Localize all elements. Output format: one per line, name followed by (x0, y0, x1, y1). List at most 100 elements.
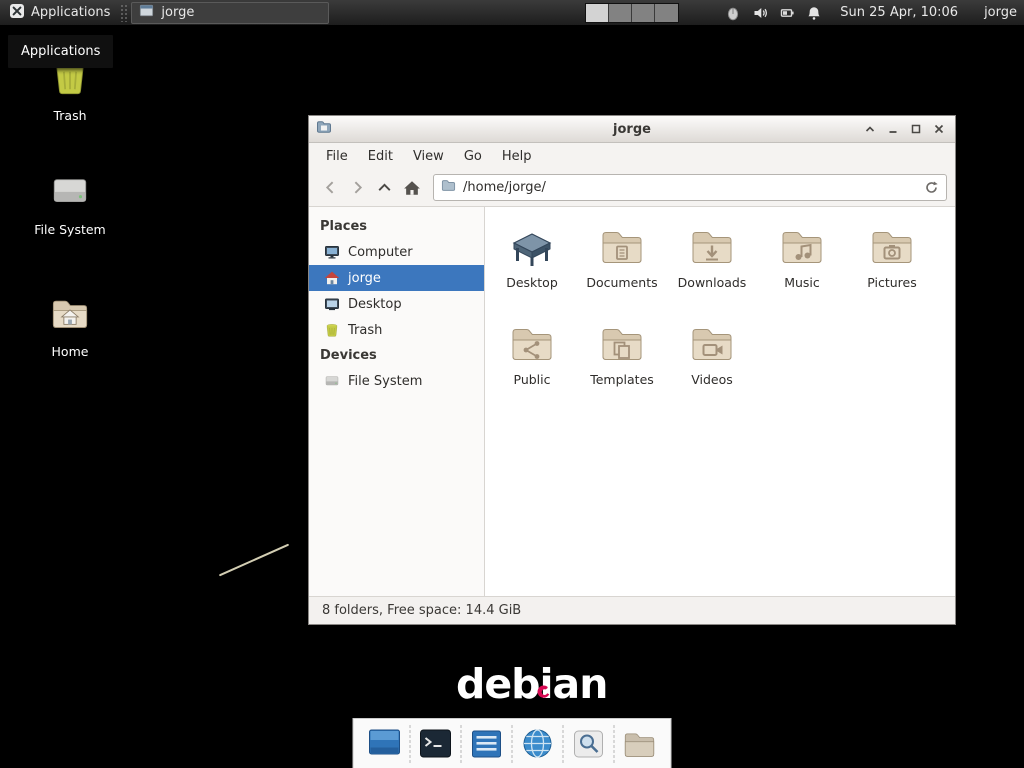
path-input[interactable]: /home/jorge/ (463, 180, 913, 195)
workspace-1[interactable] (586, 4, 609, 22)
app-finder-launcher[interactable] (566, 722, 612, 766)
home-button[interactable] (398, 174, 425, 201)
file-music[interactable]: Music (757, 220, 847, 317)
debian-swirl-icon (535, 661, 550, 709)
shade-button[interactable] (861, 120, 879, 138)
file-label: Pictures (867, 275, 917, 290)
sidebar-item-label: Desktop (348, 297, 402, 312)
stray-line-artifact (219, 544, 289, 577)
desktop[interactable]: Applications jorge (0, 0, 1024, 768)
file-label: Templates (590, 372, 654, 387)
debian-logo-text: debian (456, 660, 607, 708)
sidebar: Places Computer jorge Desktop Trash (309, 207, 485, 596)
sidebar-header-devices: Devices (309, 343, 484, 368)
list-icon (469, 726, 505, 762)
videos-folder-icon (688, 319, 736, 367)
mouse-settings-icon[interactable] (725, 5, 741, 21)
battery-icon[interactable] (779, 5, 795, 21)
file-desktop[interactable]: Desktop (487, 220, 577, 317)
status-text: 8 folders, Free space: 14.4 GiB (322, 603, 521, 618)
sidebar-item-desktop[interactable]: Desktop (309, 291, 484, 317)
terminal-icon (418, 726, 454, 762)
workspace-4[interactable] (655, 4, 678, 22)
menu-go[interactable]: Go (454, 145, 492, 168)
sidebar-item-computer[interactable]: Computer (309, 239, 484, 265)
desktop-icon-home[interactable]: Home (16, 292, 124, 359)
sidebar-item-trash[interactable]: Trash (309, 317, 484, 343)
file-label: Music (784, 275, 820, 290)
file-documents[interactable]: Documents (577, 220, 667, 317)
globe-icon (520, 726, 556, 762)
forward-button[interactable] (344, 174, 371, 201)
top-panel: Applications jorge (0, 0, 1024, 26)
window-title: jorge (309, 122, 955, 137)
music-folder-icon (778, 222, 826, 270)
file-downloads[interactable]: Downloads (667, 220, 757, 317)
home-folder-icon (49, 292, 91, 338)
sidebar-item-label: jorge (348, 271, 381, 286)
xfce-logo-icon (9, 3, 25, 23)
sidebar-header-places: Places (309, 214, 484, 239)
window-list-launcher[interactable] (464, 722, 510, 766)
desktop-icon-label: File System (34, 222, 106, 237)
maximize-button[interactable] (907, 120, 925, 138)
file-manager-launcher[interactable] (617, 722, 663, 766)
taskbar-button-label: jorge (161, 5, 194, 20)
applications-menu-button[interactable]: Applications (0, 0, 119, 25)
menu-file[interactable]: File (316, 145, 358, 168)
taskbar-button-jorge[interactable]: jorge (131, 2, 329, 24)
file-label: Videos (691, 372, 733, 387)
desktop-icon-label: Trash (53, 108, 86, 123)
documents-folder-icon (598, 222, 646, 270)
notifications-bell-icon[interactable] (806, 5, 822, 21)
menu-view[interactable]: View (403, 145, 454, 168)
workspace-pager[interactable] (585, 3, 679, 23)
web-browser-launcher[interactable] (515, 722, 561, 766)
panel-user-label[interactable]: jorge (984, 5, 1017, 20)
file-public[interactable]: Public (487, 317, 577, 414)
show-desktop-launcher[interactable] (362, 722, 408, 766)
titlebar[interactable]: jorge (309, 116, 955, 143)
workspace-3[interactable] (632, 4, 655, 22)
debian-wallpaper-logo: debian (456, 660, 607, 708)
desktop-window-icon (367, 726, 403, 762)
window-body: Places Computer jorge Desktop Trash (309, 207, 955, 596)
reload-button[interactable] (920, 177, 942, 199)
public-folder-icon (508, 319, 556, 367)
dock-separator (512, 725, 513, 763)
desktop-icon-file-system[interactable]: File System (16, 170, 124, 237)
file-templates[interactable]: Templates (577, 317, 667, 414)
sidebar-item-file-system[interactable]: File System (309, 368, 484, 394)
menu-help[interactable]: Help (492, 145, 542, 168)
downloads-folder-icon (688, 222, 736, 270)
file-videos[interactable]: Videos (667, 317, 757, 414)
dock-separator (410, 725, 411, 763)
path-bar[interactable]: /home/jorge/ (433, 174, 947, 201)
sidebar-item-jorge[interactable]: jorge (309, 265, 484, 291)
taskbar-window-icon (139, 3, 154, 22)
menu-edit[interactable]: Edit (358, 145, 403, 168)
file-label: Desktop (506, 275, 558, 290)
minimize-button[interactable] (884, 120, 902, 138)
drive-icon (49, 170, 91, 216)
volume-icon[interactable] (752, 5, 768, 21)
system-tray (725, 5, 822, 21)
terminal-launcher[interactable] (413, 722, 459, 766)
status-bar: 8 folders, Free space: 14.4 GiB (309, 596, 955, 624)
sidebar-item-label: File System (348, 374, 422, 389)
clock[interactable]: Sun 25 Apr, 10:06 (840, 5, 958, 20)
icon-view[interactable]: Desktop Documents Downloads Music (485, 207, 955, 596)
file-pictures[interactable]: Pictures (847, 220, 937, 317)
home-icon (324, 270, 340, 286)
file-grid: Desktop Documents Downloads Music (487, 220, 955, 414)
dock (353, 718, 672, 768)
back-button[interactable] (317, 174, 344, 201)
desktop-icon-label: Home (52, 344, 89, 359)
workspace-2[interactable] (609, 4, 632, 22)
up-button[interactable] (371, 174, 398, 201)
sidebar-item-label: Trash (348, 323, 382, 338)
close-button[interactable] (930, 120, 948, 138)
window-controls (861, 120, 948, 138)
templates-folder-icon (598, 319, 646, 367)
pictures-folder-icon (868, 222, 916, 270)
